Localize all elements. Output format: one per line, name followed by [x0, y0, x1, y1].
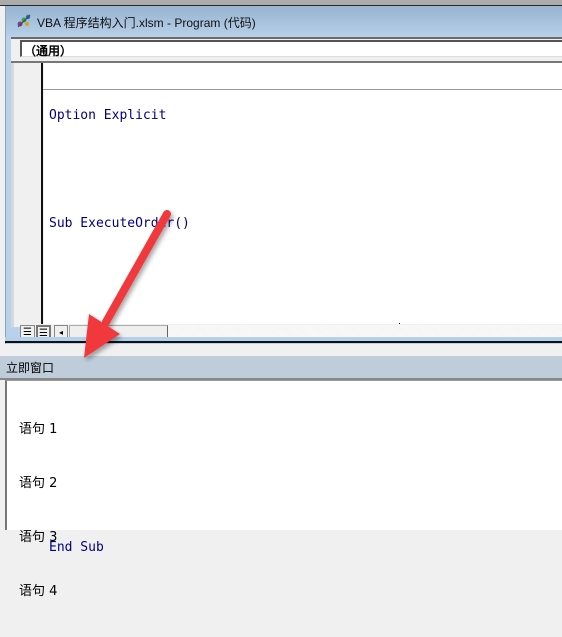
code-window-bottom-border: [5, 337, 562, 343]
object-combo-row: （通用）: [11, 37, 562, 61]
output-line: 语句 2: [19, 476, 58, 491]
immediate-window-title: 立即窗口: [6, 361, 55, 375]
triangle-left-icon: ◂: [58, 328, 63, 337]
immediate-output: 语句 1 语句 2 语句 3 语句 4: [19, 385, 57, 637]
code-editor[interactable]: Option Explicit Sub ExecuteOrder() Debug…: [11, 61, 562, 555]
output-line: 语句 4: [19, 584, 58, 599]
object-dropdown[interactable]: （通用）: [20, 40, 562, 58]
output-line: 语句 1: [19, 422, 58, 437]
code-window: VBA 程序结构入门.xlsm - Program (代码) （通用） Opti…: [5, 6, 562, 555]
margin-divider: [41, 63, 43, 327]
immediate-window[interactable]: 语句 1 语句 2 语句 3 语句 4: [5, 380, 562, 599]
margin-indicator-bar[interactable]: [11, 63, 44, 327]
output-line: 语句 3: [19, 530, 58, 545]
code-line: Sub ExecuteOrder(): [49, 216, 190, 231]
window-title: VBA 程序结构入门.xlsm - Program (代码): [37, 16, 256, 30]
code-window-titlebar[interactable]: VBA 程序结构入门.xlsm - Program (代码): [6, 6, 562, 36]
code-line: Option Explicit: [49, 108, 167, 123]
vba-module-icon: [17, 14, 31, 28]
code-line: End Sub: [49, 540, 104, 555]
object-dropdown-value: （通用）: [24, 44, 73, 58]
immediate-window-titlebar[interactable]: 立即窗口: [0, 356, 562, 380]
